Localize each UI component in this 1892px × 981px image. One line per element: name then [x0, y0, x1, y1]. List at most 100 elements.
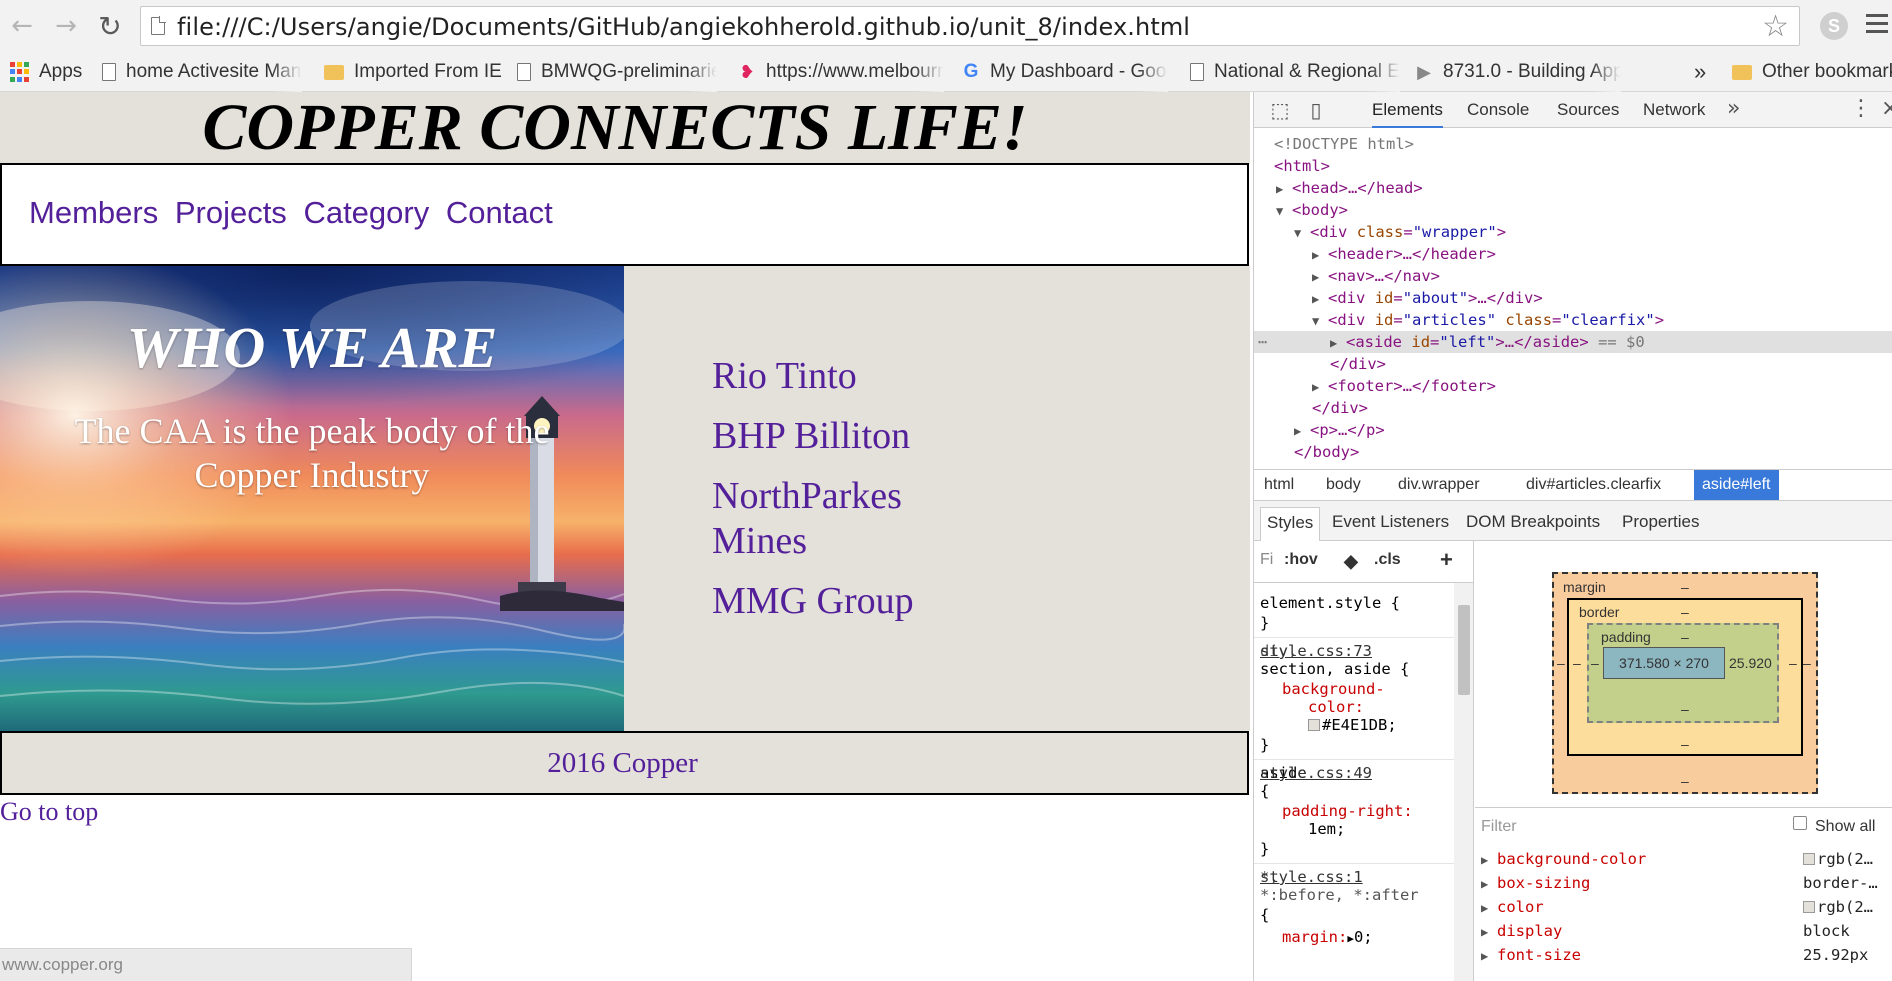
bookmark-item[interactable]: home Activesite Mana	[102, 52, 302, 92]
tab-styles[interactable]: Styles	[1260, 507, 1321, 541]
expand-arrow-icon: ▶	[1481, 853, 1489, 867]
members-list: Rio Tinto BHP Billiton NorthParkes Mines…	[712, 354, 972, 639]
nav-link-contact[interactable]: Contact	[446, 195, 553, 230]
bookmark-item[interactable]: BMWQG-preliminarie	[517, 52, 717, 92]
reload-icon[interactable]: ↻	[94, 10, 126, 43]
more-tabs-icon[interactable]: »	[1727, 92, 1740, 126]
tab-event-listeners[interactable]: Event Listeners	[1326, 507, 1455, 541]
css-property[interactable]: color:	[1308, 697, 1364, 717]
dom-node[interactable]: </body>	[1254, 441, 1892, 463]
bookmark-star-icon[interactable]: ☆	[1762, 9, 1789, 44]
forward-arrow-icon[interactable]: →	[50, 10, 82, 42]
class-toggle[interactable]: .cls	[1374, 551, 1401, 569]
dom-node[interactable]: ▶ <nav>…</nav>	[1254, 265, 1892, 287]
color-swatch	[1803, 853, 1815, 865]
device-toolbar-icon[interactable]: ▯	[1304, 98, 1328, 122]
css-value[interactable]: #E4E1DB;	[1308, 715, 1397, 735]
styles-scrollbar-thumb[interactable]	[1458, 605, 1470, 695]
dom-node[interactable]: ▶ <footer>…</footer>	[1254, 375, 1892, 397]
css-property[interactable]: background-	[1282, 679, 1385, 699]
computed-property-row[interactable]: ▶ box-sizing border-…	[1481, 871, 1891, 895]
inspect-element-icon[interactable]: ⬚	[1268, 98, 1292, 122]
expand-arrow-icon: ▶	[1481, 949, 1489, 963]
computed-property-row[interactable]: ▶ display block	[1481, 919, 1891, 943]
browser-toolbar: ← → ↻ file:///C:/Users/angie/Documents/G…	[0, 0, 1892, 52]
tab-network[interactable]: Network	[1643, 92, 1705, 128]
computed-property-row[interactable]: ▶ font-size 25.92px	[1481, 943, 1891, 967]
breadcrumb-item-active[interactable]: aside#left	[1694, 470, 1779, 500]
devtools-panel: ⬚ ▯ Elements Console Sources Network » ⋮…	[1253, 92, 1892, 981]
color-format-icon[interactable]: ◆	[1344, 551, 1358, 572]
css-value[interactable]: 1em;	[1308, 819, 1345, 839]
source-link[interactable]: style.css:1	[1260, 867, 1447, 887]
dom-node[interactable]: ▶ <div id="about">…</div>	[1254, 287, 1892, 309]
bookmark-label: Other bookmarks	[1762, 61, 1892, 82]
close-icon[interactable]: ×	[1881, 92, 1892, 126]
go-to-top-link[interactable]: Go to top	[0, 795, 98, 829]
dom-node[interactable]: ▶ <head>…</head>	[1254, 177, 1892, 199]
lighthouse-sunset-image: WHO WE ARE The CAA is the peak body of t…	[0, 266, 624, 731]
bookmark-item[interactable]: ❥ https://www.melbourn	[738, 52, 944, 92]
add-rule-button[interactable]: +	[1440, 547, 1453, 573]
bookmark-apps[interactable]: Apps	[10, 52, 82, 92]
collapse-arrow-icon: ▼	[1312, 314, 1320, 328]
tab-sources[interactable]: Sources	[1557, 92, 1619, 128]
member-link-mmg[interactable]: MMG Group	[712, 579, 972, 624]
rule-brace: {	[1260, 782, 1270, 800]
more-options-icon[interactable]: ⋮	[1850, 92, 1872, 126]
show-all-checkbox[interactable]	[1793, 816, 1807, 830]
dom-node[interactable]: <!DOCTYPE html>	[1254, 133, 1892, 155]
nav-link-category[interactable]: Category	[303, 195, 429, 230]
dom-node[interactable]: ▼ <div class="wrapper">	[1254, 221, 1892, 243]
color-swatch	[1308, 719, 1320, 731]
other-bookmarks-folder[interactable]: Other bookmarks	[1732, 52, 1892, 92]
styles-filter-input[interactable]: Fi	[1260, 551, 1273, 569]
bookmark-item[interactable]: ▶ 8731.0 - Building App	[1415, 52, 1621, 92]
css-declaration[interactable]: margin:▶0;	[1282, 927, 1373, 947]
bookmark-item[interactable]: G My Dashboard - Goog	[962, 52, 1168, 92]
dom-node-selected[interactable]: ⋯ ▶ <aside id="left">…</aside> == $0	[1254, 331, 1892, 353]
member-link-rio-tinto[interactable]: Rio Tinto	[712, 354, 972, 399]
breadcrumb-item[interactable]: div.wrapper	[1390, 470, 1488, 500]
source-link[interactable]: style.css:73	[1260, 641, 1447, 661]
rule-selector: *:before, *:after	[1260, 886, 1419, 904]
bookmarks-overflow-button[interactable]: »	[1694, 52, 1706, 92]
dom-node[interactable]: ▶ <p>…</p>	[1254, 419, 1892, 441]
folder-icon	[324, 64, 344, 80]
breadcrumb-item[interactable]: div#articles.clearfix	[1518, 470, 1669, 500]
margin-left-value: –	[1557, 655, 1565, 671]
skype-extension-icon[interactable]: S	[1820, 12, 1848, 40]
breadcrumb-item[interactable]: body	[1318, 470, 1369, 500]
css-property[interactable]: padding-right:	[1282, 801, 1413, 821]
dom-node[interactable]: ▶ <header>…</header>	[1254, 243, 1892, 265]
breadcrumb-item[interactable]: html	[1256, 470, 1302, 500]
address-bar[interactable]: file:///C:/Users/angie/Documents/GitHub/…	[140, 6, 1800, 46]
nav-link-members[interactable]: Members	[29, 195, 158, 230]
tab-elements[interactable]: Elements	[1372, 92, 1443, 128]
hover-state-toggle[interactable]: :hov	[1284, 551, 1318, 569]
tab-dom-breakpoints[interactable]: DOM Breakpoints	[1460, 507, 1606, 541]
dom-node[interactable]: <html>	[1254, 155, 1892, 177]
dom-node[interactable]: </div>	[1254, 397, 1892, 419]
computed-property-row[interactable]: ▶ background-color rgb(2…	[1481, 847, 1891, 871]
rule-selector: element.style {	[1260, 594, 1400, 612]
dom-node[interactable]: ▼ <div id="articles" class="clearfix">	[1254, 309, 1892, 331]
menu-icon[interactable]	[1866, 14, 1888, 36]
page-icon	[517, 63, 531, 81]
bookmark-folder[interactable]: Imported From IE	[324, 52, 502, 92]
member-link-bhp-billiton[interactable]: BHP Billiton	[712, 414, 972, 459]
box-model-content[interactable]: 371.580 × 270	[1603, 647, 1725, 679]
computed-filter-input[interactable]: Filter	[1481, 818, 1517, 836]
member-link-northparkes[interactable]: NorthParkes Mines	[712, 474, 972, 564]
bookmark-item[interactable]: National & Regional E	[1190, 52, 1400, 92]
back-arrow-icon[interactable]: ←	[6, 10, 38, 42]
dom-node[interactable]: ▼ <body>	[1254, 199, 1892, 221]
tab-console[interactable]: Console	[1467, 92, 1529, 128]
computed-property-row[interactable]: ▶ color rgb(2…	[1481, 895, 1891, 919]
expand-arrow-icon: ▶	[1330, 336, 1338, 350]
dom-node[interactable]: </div>	[1254, 353, 1892, 375]
nav-link-projects[interactable]: Projects	[175, 195, 287, 230]
tab-properties[interactable]: Properties	[1616, 507, 1705, 541]
bookmarks-bar: Apps home Activesite Mana Imported From …	[0, 52, 1892, 92]
source-link[interactable]: style.css:49	[1260, 763, 1447, 783]
